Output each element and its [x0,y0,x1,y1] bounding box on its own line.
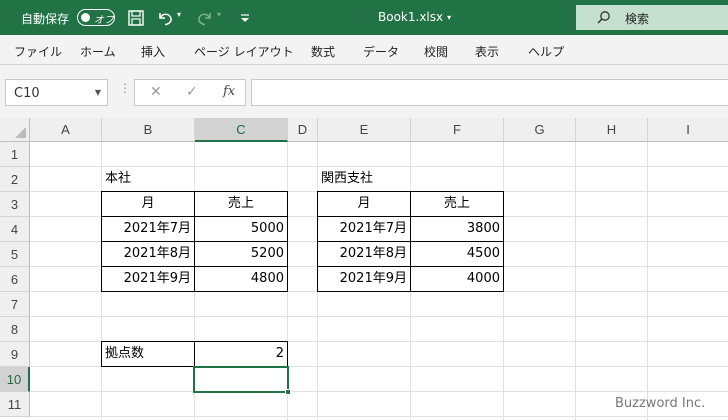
search-box[interactable]: 検索 [576,5,728,30]
cell-c9[interactable]: 2 [194,341,288,367]
customize-toolbar-icon[interactable] [236,9,254,27]
tab-help[interactable]: ヘルプ [528,43,564,60]
enter-icon[interactable]: ✓ [186,84,198,100]
row-header-3[interactable]: 3 [0,192,30,217]
column-header-c[interactable]: C [195,118,288,142]
cell-f6[interactable]: 4000 [410,266,504,292]
tab-view[interactable]: 表示 [475,43,499,60]
gridline [30,416,728,417]
gridline [647,142,648,420]
toggle-knob [81,12,90,22]
name-box[interactable]: C10 ▼ [5,79,108,106]
row-header-4[interactable]: 4 [0,217,30,242]
row-header-1[interactable]: 1 [0,142,30,167]
row-header-9[interactable]: 9 [0,342,30,367]
cell-b5[interactable]: 2021年8月 [101,241,195,267]
column-header-a[interactable]: A [30,118,102,142]
cell-c4[interactable]: 5000 [194,216,288,242]
cell-b4[interactable]: 2021年7月 [101,216,195,242]
row-header-11[interactable]: 11 [0,392,30,417]
autosave-label: 自動保存 [21,12,70,26]
cell-e3[interactable]: 月 [317,191,411,217]
row-header-6[interactable]: 6 [0,267,30,292]
cell-c3[interactable]: 売上 [194,191,288,217]
gridline [30,391,728,392]
name-box-dropdown-icon[interactable]: ▼ [95,88,101,97]
spreadsheet-grid: A B C D E F G H I 1 2 3 4 5 6 7 8 9 10 1… [0,118,728,420]
column-header-d[interactable]: D [288,118,318,142]
formula-bar-area: C10 ▼ ⋮ ✕ ✓ fx [0,65,728,118]
more-options-icon[interactable]: ⋮ [119,82,131,94]
cell-b3[interactable]: 月 [101,191,195,217]
ribbon-tabs: ファイル ホーム 挿入 ページ レイアウト 数式 データ 校閲 表示 ヘルプ [0,35,728,65]
formula-input[interactable] [251,79,728,106]
row-header-10[interactable]: 10 [0,367,30,392]
cell-f4[interactable]: 3800 [410,216,504,242]
tab-insert[interactable]: 挿入 [141,43,165,60]
undo-icon[interactable] [156,9,174,27]
save-icon[interactable] [127,9,145,27]
document-title[interactable]: Book1.xlsx ▾ [378,10,451,24]
gridline [575,142,576,420]
tab-data[interactable]: データ [363,43,399,60]
watermark: Buzzword Inc. [615,396,706,411]
row-header-8[interactable]: 8 [0,317,30,342]
cell-b9[interactable]: 拠点数 [101,341,195,367]
redo-icon [198,13,211,26]
gridline [30,316,728,317]
formula-buttons: ✕ ✓ fx [134,79,246,106]
column-header-f[interactable]: F [411,118,504,142]
tab-page-layout[interactable]: ページ レイアウト [194,43,294,60]
redo-dropdown-icon: ▾ [217,10,222,19]
active-cell-c10[interactable] [193,366,289,393]
undo-dropdown-icon[interactable]: ▾ [177,10,187,28]
row-header-5[interactable]: 5 [0,242,30,267]
column-header-g[interactable]: G [504,118,576,142]
title-bar: 自動保存 オフ ▾ ▾ Book1.xlsx ▾ 検索 [0,0,728,35]
cell-b2[interactable]: 本社 [102,167,195,192]
cell-f3[interactable]: 売上 [410,191,504,217]
cell-e6[interactable]: 2021年9月 [317,266,411,292]
cell-e5[interactable]: 2021年8月 [317,241,411,267]
cell-f5[interactable]: 4500 [410,241,504,267]
select-all-button[interactable] [0,118,30,142]
cell-b6[interactable]: 2021年9月 [101,266,195,292]
search-icon [597,11,610,24]
cancel-icon[interactable]: ✕ [150,84,162,100]
tab-formulas[interactable]: 数式 [311,43,335,60]
row-header-7[interactable]: 7 [0,292,30,317]
tab-file[interactable]: ファイル [14,43,62,60]
column-header-e[interactable]: E [318,118,411,142]
row-header-2[interactable]: 2 [0,167,30,192]
name-box-value: C10 [14,86,40,101]
column-header-i[interactable]: I [648,118,728,142]
cell-e4[interactable]: 2021年7月 [317,216,411,242]
tab-review[interactable]: 校閲 [424,43,448,60]
insert-function-icon[interactable]: fx [223,84,235,99]
title-dropdown-icon: ▾ [447,13,452,22]
tab-home[interactable]: ホーム [80,43,116,60]
column-header-b[interactable]: B [102,118,195,142]
autosave-toggle[interactable]: オフ [77,9,115,26]
cell-e2[interactable]: 関西支社 [318,167,411,192]
column-header-h[interactable]: H [576,118,648,142]
autosave-state: オフ [94,15,114,26]
search-label: 検索 [625,12,650,26]
fill-handle[interactable] [285,389,291,395]
cell-c5[interactable]: 5200 [194,241,288,267]
select-all-icon [15,127,26,138]
cell-c6[interactable]: 4800 [194,266,288,292]
